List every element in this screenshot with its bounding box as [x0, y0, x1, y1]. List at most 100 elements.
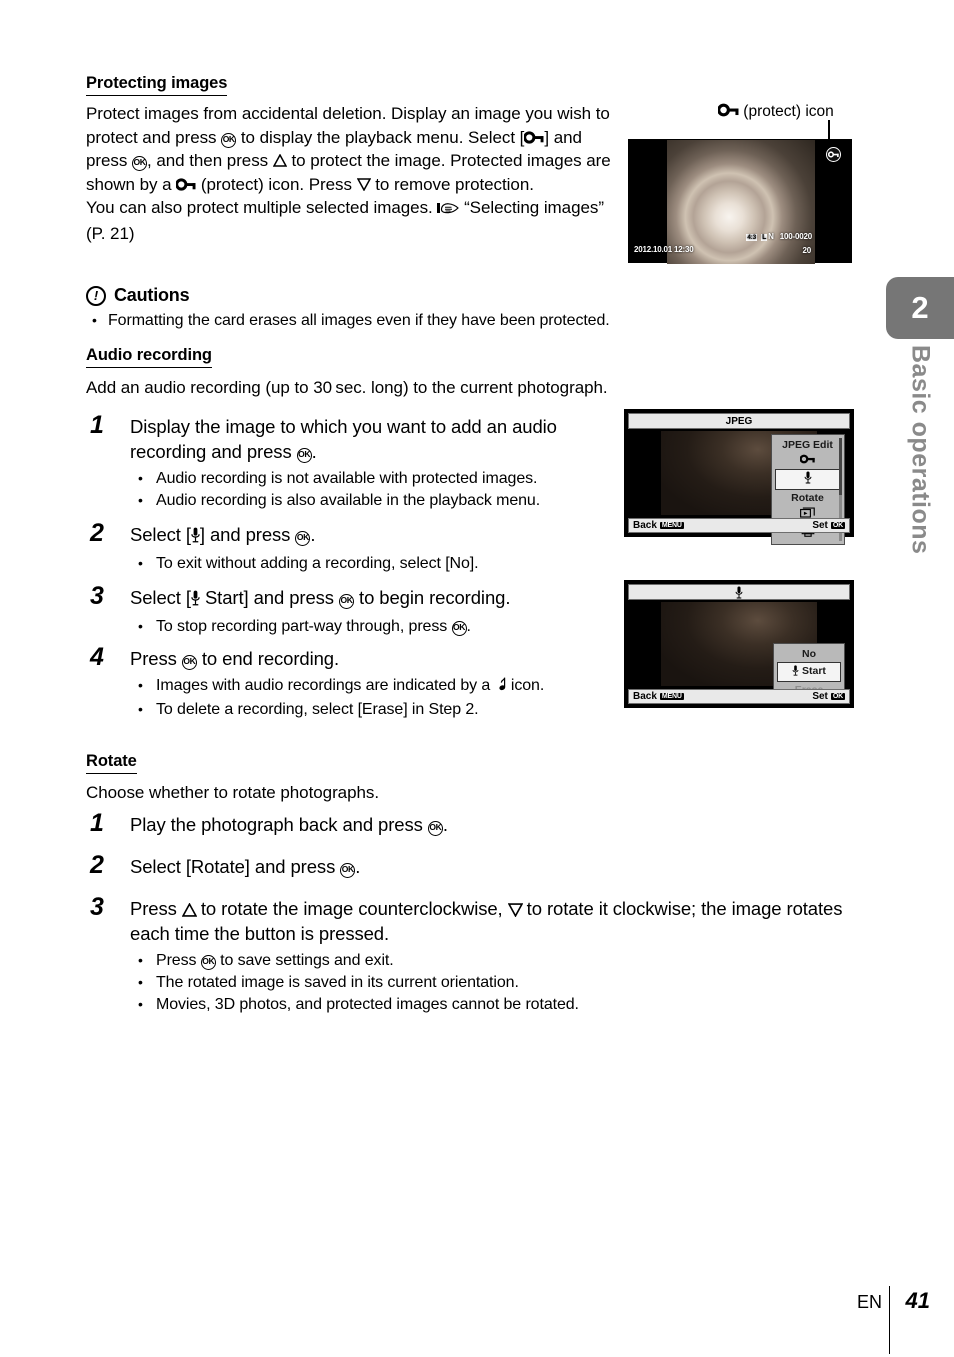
screen-bottombar: Back MENU Set OK [628, 689, 850, 704]
menu-header: JPEG Edit [782, 439, 833, 451]
para-part-2: to display the playback menu. Select [ [236, 127, 525, 147]
page-number: 41 [905, 1288, 930, 1313]
ok-button-icon: OK [427, 821, 443, 836]
menu-item-no[interactable]: No [777, 646, 841, 662]
bullet-suffix: . [466, 618, 471, 635]
menu-item-start-label: Start [801, 665, 826, 677]
manual-page: 2 Basic operations Protecting images Pro… [0, 0, 954, 1357]
audio-recording-heading: Audio recording [86, 346, 212, 368]
protecting-images-heading: Protecting images [86, 74, 227, 96]
step-text: Display the image to which you want to a… [130, 414, 626, 464]
step-text: Select [] and press OK. [130, 522, 626, 549]
step-number: 2 [90, 851, 104, 879]
step-text-part: . [442, 814, 448, 835]
list-item: Audio recording is not available with pr… [130, 467, 626, 490]
cautions-section: ! Cautions Formatting the card erases al… [86, 285, 866, 332]
set-label: Set [812, 691, 828, 702]
step-bullets: Press OK to save settings and exit. The … [130, 949, 866, 1016]
step-number: 2 [90, 519, 104, 547]
step-text-part: . [311, 441, 317, 462]
microphone-icon [792, 665, 799, 680]
list-item: Press OK to save settings and exit. [130, 949, 866, 972]
step-text: Select [Rotate] and press OK. [130, 854, 866, 879]
step-number: 1 [90, 809, 104, 837]
menu-item-rotate[interactable]: Rotate [775, 490, 840, 506]
rotate-step-3: 3 Press to rotate the image counterclock… [86, 893, 866, 1016]
step-text-part: to end recording. [196, 648, 340, 669]
rotate-heading: Rotate [86, 752, 137, 774]
audio-recording-section: Audio recording Add an audio recording (… [86, 346, 866, 400]
footer-divider [888, 1286, 890, 1354]
frame-number: 20 [802, 246, 812, 255]
protect-playback-screen: 4:3 LN 100-0020 20 2012.10.01 12:30 [628, 139, 852, 264]
step-text-part: ] and press [199, 524, 296, 545]
screen-titlebar: JPEG [628, 413, 850, 429]
ok-button-icon: OK [451, 621, 467, 636]
list-item: Images with audio recordings are indicat… [130, 674, 626, 699]
list-item: The rotated image is saved in its curren… [130, 971, 866, 994]
bullet-tail: to save settings and exit. [215, 952, 394, 969]
menu-item-start[interactable]: Start [777, 662, 841, 682]
screen-titlebar [628, 584, 850, 600]
bullet-tail: icon. [506, 677, 545, 694]
photo-info-line-1: 4:3 LN 100-0020 [746, 232, 812, 241]
rotate-intro: Choose whether to rotate photographs. [86, 783, 380, 802]
ok-button-icon: OK [338, 594, 354, 609]
para-part-4: , and then press [147, 151, 273, 171]
cautions-heading-text: Cautions [114, 285, 190, 305]
step-text-part: Press [130, 898, 182, 919]
menu-scrollbar-thumb[interactable] [839, 438, 842, 495]
step-bullets: To exit without adding a recording, sele… [130, 552, 626, 575]
menu-button-chip: MENU [659, 693, 684, 700]
pointing-hand-icon [437, 198, 460, 222]
set-label: Set [812, 520, 828, 531]
step-text: Press to rotate the image counterclockwi… [130, 896, 866, 946]
protect-key-icon [524, 130, 544, 144]
step-number: 1 [90, 411, 104, 439]
set-hint: Set OK [812, 520, 845, 531]
audio-step-4: 4 Press OK to end recording. Images with… [86, 643, 626, 721]
step-text-part: . [355, 856, 361, 877]
protect-key-icon [718, 103, 739, 117]
step-bullets: Audio recording is not available with pr… [130, 467, 626, 512]
back-label: Back [633, 520, 657, 531]
rotate-steps: 1 Play the photograph back and press OK.… [86, 809, 866, 1016]
para-part-7: to remove protection. [370, 174, 534, 194]
step-text-part: to begin recording. [353, 587, 511, 608]
triangle-up-icon [181, 903, 197, 917]
ok-button-icon: OK [181, 655, 197, 670]
protect-badge-icon [826, 147, 841, 162]
protect-key-icon [176, 178, 196, 191]
protect-icon-caption: (protect) icon [718, 103, 834, 121]
music-note-icon [495, 677, 507, 699]
page-footer: EN 41 [0, 1280, 954, 1357]
chapter-title-text: Basic operations [906, 345, 935, 555]
chapter-title: Basic operations [886, 345, 954, 575]
back-hint: Back MENU [633, 691, 684, 702]
audio-recording-intro: Add an audio recording (up to 30 sec. lo… [86, 378, 608, 397]
microphone-icon [191, 524, 200, 549]
menu-item-protect[interactable] [775, 453, 840, 469]
para-part-6: (protect) icon. Press [196, 174, 357, 194]
triangle-down-icon [507, 903, 523, 917]
microphone-icon [735, 585, 743, 599]
step-text-part: to rotate the image counterclockwise, [195, 898, 508, 919]
list-item: To delete a recording, select [Erase] in… [130, 698, 626, 721]
screen-bottombar: Back MENU Set OK [628, 518, 850, 533]
step-text: Press OK to end recording. [130, 646, 626, 671]
menu-item-audio[interactable] [775, 469, 840, 490]
screen-title: JPEG [725, 415, 753, 427]
audio-step-1: 1 Display the image to which you want to… [86, 411, 626, 512]
bullet-text: To stop recording part-way through, pres… [156, 618, 452, 635]
step-text-part: Select [Rotate] and press [130, 856, 341, 877]
microphone-icon [191, 587, 200, 612]
step-text-part: Display the image to which you want to a… [130, 416, 557, 462]
cautions-heading: ! Cautions [86, 285, 866, 306]
ok-button-icon: OK [296, 448, 312, 463]
chapter-number: 2 [911, 290, 929, 325]
ok-button-icon: OK [340, 863, 356, 878]
step-number: 3 [90, 582, 104, 610]
step-bullets: Images with audio recordings are indicat… [130, 674, 626, 721]
step-number: 3 [90, 893, 104, 921]
bullet-text: Images with audio recordings are indicat… [156, 677, 495, 694]
